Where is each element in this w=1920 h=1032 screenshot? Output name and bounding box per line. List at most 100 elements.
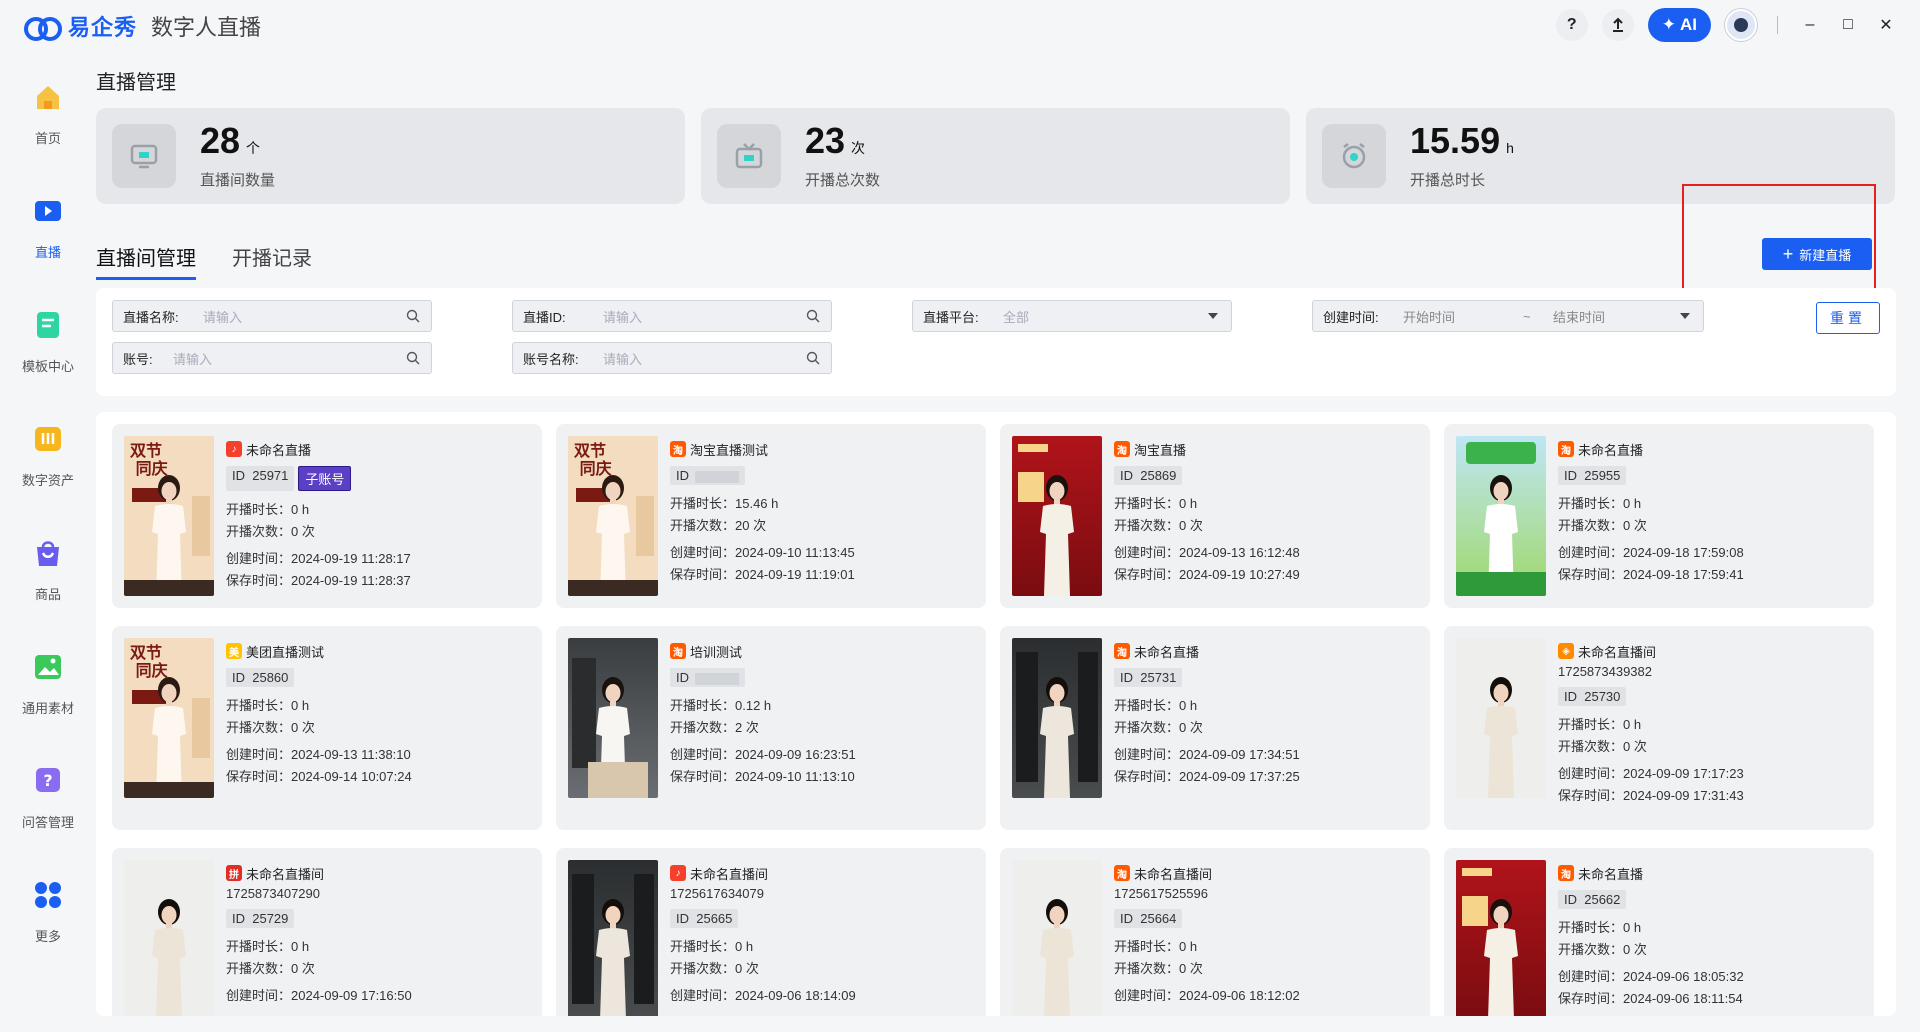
new-live-label: 新建直播 <box>1799 247 1852 263</box>
taobao-platform-icon: 淘 <box>1114 643 1130 659</box>
tv-icon <box>717 124 781 188</box>
home-icon <box>31 80 65 114</box>
live-count: 开播次数：0 次 <box>1558 739 1647 754</box>
room-name: 未命名直播 <box>246 442 312 458</box>
created-time: 创建时间：2024-09-09 17:34:51 <box>1114 747 1300 762</box>
live-room-card[interactable]: 拼未命名直播间 1725873407290 ID 25729 开播时长：0 h 开播次数… <box>112 848 542 1016</box>
avatar[interactable] <box>1725 9 1757 41</box>
taobao-platform-icon: 淘 <box>670 441 686 457</box>
sidebar-item-template[interactable]: 模板中心 <box>0 298 96 412</box>
room-id-badge: ID 25664 <box>1114 909 1183 928</box>
field-label: 创建时间: <box>1323 309 1379 325</box>
live-duration: 开播时长：0 h <box>1114 698 1198 713</box>
room-thumbnail[interactable] <box>568 638 658 798</box>
tab-room-management[interactable]: 直播间管理 <box>96 242 196 280</box>
sparkle-icon: ✦ <box>1661 15 1676 34</box>
live-count: 开播次数：0 次 <box>670 961 759 976</box>
stat-value: 15.59 <box>1410 120 1501 161</box>
saved-time: 保存时间：2024-09-09 17:31:43 <box>1558 788 1744 803</box>
room-id: 25860 <box>252 670 289 685</box>
sidebar-item-label: 问答管理 <box>21 815 74 830</box>
live-room-card[interactable]: 淘未命名直播 ID 25662 开播时长：0 h 开播次数：0 次创建时间：2024-… <box>1444 848 1874 1016</box>
sidebar-item-label: 商品 <box>34 587 61 602</box>
live-room-card[interactable]: ◈ 未命名直播间 1725873439382 ID 25730 开播时长：0 h 开播次数… <box>1444 626 1874 830</box>
room-id: 25662 <box>1584 892 1621 907</box>
search-icon[interactable] <box>405 350 421 366</box>
live-room-card[interactable]: 双节 同庆淘淘宝直播测试 ID 开播时长：15.46 h 开播次数：20 次创建时间：… <box>556 424 986 608</box>
live-duration: 开播时长：0.12 h <box>670 698 772 713</box>
sidebar-item-shopping-bag[interactable]: 商品 <box>0 526 96 640</box>
room-thumbnail[interactable] <box>1456 638 1546 798</box>
sidebar-item-live[interactable]: 直播 <box>0 184 96 298</box>
live-room-card[interactable]: 双节 同庆 ♪ 未命名直播 ID 25971 子账号 开播时长：0 h 开播次数：0 次创建… <box>112 424 542 608</box>
room-thumbnail[interactable]: 双节 同庆 <box>124 638 214 798</box>
room-thumbnail[interactable] <box>1456 436 1546 596</box>
room-id-badge: ID 25971 <box>226 466 295 491</box>
start-time[interactable]: 开始时间 <box>1403 307 1523 326</box>
sidebar-item-asset[interactable]: 数字资产 <box>0 412 96 526</box>
search-icon[interactable] <box>805 308 821 324</box>
sidebar-item-question[interactable]: ? 问答管理 <box>0 754 96 868</box>
stat-unit: h <box>1506 140 1514 156</box>
live-name-field[interactable]: 直播名称: 请输入 <box>112 300 432 332</box>
created-time-range[interactable]: 创建时间: 开始时间 ~ 结束时间 <box>1312 300 1704 332</box>
question-icon: ? <box>31 764 65 798</box>
live-room-card[interactable]: 淘未命名直播 ID 25731 开播时长：0 h 开播次数：0 次创建时间：2024-… <box>1000 626 1430 830</box>
tab-live-records[interactable]: 开播记录 <box>232 242 312 280</box>
live-duration: 开播时长：0 h <box>1558 920 1642 935</box>
account-name-field[interactable]: 账号名称: 请输入 <box>512 342 832 374</box>
minimize-button[interactable]: – <box>1798 13 1822 37</box>
search-icon[interactable] <box>805 350 821 366</box>
created-time: 创建时间：2024-09-13 16:12:48 <box>1114 545 1300 560</box>
asset-icon <box>31 422 65 456</box>
sidebar-item-label: 数字资产 <box>21 473 74 488</box>
room-sub-id: 1725873407290 <box>226 886 320 901</box>
room-thumbnail[interactable]: 双节 同庆 <box>568 436 658 596</box>
live-duration: 开播时长：0 h <box>226 939 310 954</box>
logo-icon <box>24 15 64 41</box>
room-id-badge: ID 25731 <box>1114 668 1183 687</box>
taobao-platform-icon: 淘 <box>670 643 686 659</box>
room-thumbnail[interactable] <box>1012 638 1102 798</box>
room-thumbnail[interactable]: 双节 同庆 <box>124 436 214 596</box>
new-live-button[interactable]: + 新建直播 <box>1762 238 1872 270</box>
live-room-card[interactable]: 淘淘宝直播 ID 25869 开播时长：0 h 开播次数：0 次创建时间：2024-0… <box>1000 424 1430 608</box>
field-label: 账号: <box>123 351 153 367</box>
stat-label: 开播总次数 <box>805 172 881 189</box>
platform-select[interactable]: 直播平台: 全部 <box>912 300 1232 332</box>
live-room-card[interactable]: ♪ 未命名直播间 1725617634079 ID 25665 开播时长：0 h 开播次数… <box>556 848 986 1016</box>
room-thumbnail[interactable] <box>1012 436 1102 596</box>
upload-icon[interactable] <box>1601 9 1634 41</box>
room-thumbnail[interactable] <box>1012 860 1102 1016</box>
stat-label: 直播间数量 <box>200 172 276 189</box>
live-room-card[interactable]: 淘未命名直播间 1725617525596 ID 25664 开播时长：0 h 开播次数… <box>1000 848 1430 1016</box>
room-thumbnail[interactable] <box>568 860 658 1016</box>
live-duration: 开播时长：0 h <box>1114 939 1198 954</box>
field-label: 直播名称: <box>123 309 179 325</box>
close-button[interactable]: ✕ <box>1874 13 1898 37</box>
created-time: 创建时间：2024-09-10 11:13:45 <box>670 545 855 560</box>
live-room-card[interactable]: 淘未命名直播 ID 25955 开播时长：0 h 开播次数：0 次创建时间：2024-… <box>1444 424 1874 608</box>
help-icon[interactable]: ? <box>1555 9 1588 41</box>
account-field[interactable]: 账号: 请输入 <box>112 342 432 374</box>
room-name: 未命名直播 <box>1578 442 1644 458</box>
live-room-card[interactable]: 淘培训测试 ID 开播时长：0.12 h 开播次数：2 次创建时间：2024-09-0… <box>556 626 986 830</box>
search-icon[interactable] <box>405 308 421 324</box>
field-placeholder: 请输入 <box>603 351 643 367</box>
sidebar-item-home[interactable]: 首页 <box>0 70 96 184</box>
live-id-field[interactable]: 直播ID: 请输入 <box>512 300 832 332</box>
maximize-button[interactable]: □ <box>1836 13 1860 37</box>
room-thumbnail[interactable] <box>1456 860 1546 1016</box>
room-id-badge: ID 25860 <box>226 668 295 687</box>
ai-button[interactable]: ✦ AI <box>1647 8 1711 42</box>
more-icon <box>31 878 65 912</box>
live-room-card[interactable]: 双节 同庆美美团直播测试 ID 25860 开播时长：0 h 开播次数：0 次创建时间… <box>112 626 542 830</box>
end-time[interactable]: 结束时间 <box>1553 307 1677 326</box>
stats-row: 28 个 直播间数量 23 次 开播总次数 15.59 h 开播总时长 <box>96 108 1895 204</box>
sidebar-item-label: 模板中心 <box>21 359 74 374</box>
sidebar-item-image[interactable]: 通用素材 <box>0 640 96 754</box>
room-sub-id: 1725617634079 <box>670 886 764 901</box>
sidebar-item-more[interactable]: 更多 <box>0 868 96 982</box>
room-thumbnail[interactable] <box>124 860 214 1016</box>
reset-button[interactable]: 重置 <box>1816 302 1880 334</box>
